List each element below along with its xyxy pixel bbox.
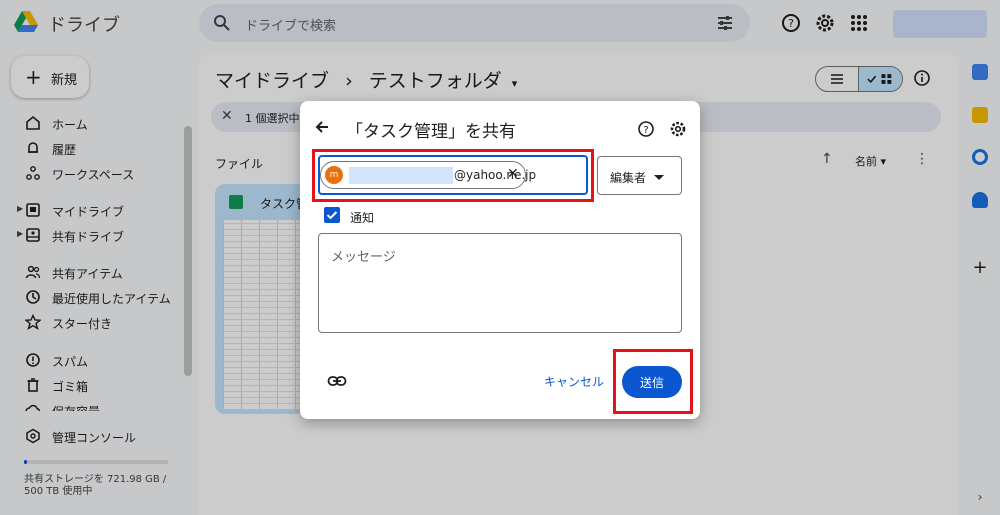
notify-label: 通知 xyxy=(350,211,375,225)
svg-text:?: ? xyxy=(643,125,648,136)
share-dialog: 「タスク管理」を共有 ? m @yahoo.ne.jp ✕ 編集者 通知 キャン… xyxy=(300,101,700,419)
checkmark-icon xyxy=(326,211,338,220)
notify-checkbox[interactable] xyxy=(324,207,340,223)
send-button[interactable]: 送信 xyxy=(622,366,682,398)
message-field[interactable] xyxy=(318,233,682,333)
dialog-title: 「タスク管理」を共有 xyxy=(346,122,516,142)
settings-icon[interactable] xyxy=(669,120,687,138)
role-select[interactable]: 編集者 xyxy=(597,156,682,195)
cancel-button[interactable]: キャンセル xyxy=(536,366,612,396)
highlight-box-recipient xyxy=(312,149,594,202)
copy-link-icon[interactable] xyxy=(327,373,347,389)
role-value: 編集者 xyxy=(610,171,647,185)
dropdown-arrow-icon xyxy=(654,175,664,180)
help-icon[interactable]: ? xyxy=(637,120,655,138)
back-arrow-icon[interactable] xyxy=(312,117,332,137)
